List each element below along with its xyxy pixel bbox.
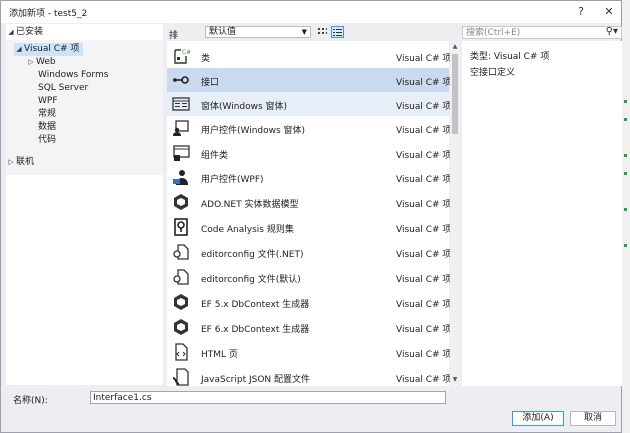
- interface-icon: [173, 76, 189, 84]
- type-info: 类型: Visual C# 项: [470, 52, 550, 62]
- form-icon: [172, 97, 190, 111]
- dbcontext-icon: [174, 294, 188, 310]
- list-item-class[interactable]: C# 类 Visual C# 项: [167, 44, 451, 68]
- tree-item-sql-server[interactable]: SQL Server: [38, 82, 88, 95]
- tree-item-general[interactable]: 常规: [38, 108, 56, 121]
- add-button[interactable]: 添加(A): [512, 411, 564, 426]
- tree-item-visual-csharp[interactable]: ◢ Visual C# 项: [14, 43, 84, 56]
- tree-installed[interactable]: ◢ 已安装: [6, 26, 43, 39]
- list-item-json-config[interactable]: JavaScript JSON 配置文件 Visual C# 项: [167, 365, 451, 389]
- template-list-scrollbar[interactable]: ▲ ▼: [450, 41, 460, 386]
- list-item-editorconfig-default[interactable]: editorconfig 文件(默认) Visual C# 项: [167, 265, 451, 289]
- search-icon[interactable]: ⚲▾: [606, 26, 618, 38]
- list-item-ef6-dbcontext[interactable]: EF 6.x DbContext 生成器 Visual C# 项: [167, 315, 451, 339]
- list-view-icon: [333, 29, 342, 36]
- template-description: 空接口定义: [470, 68, 516, 78]
- class-icon: C#: [174, 49, 190, 64]
- cancel-button[interactable]: 取消: [570, 411, 616, 426]
- scroll-down-icon[interactable]: ▼: [451, 376, 459, 383]
- grid-view-button[interactable]: [316, 26, 329, 38]
- title-bar: 添加新项 - test5_2 ? ✕: [1, 1, 621, 23]
- ruleset-icon: [174, 218, 188, 236]
- list-item-html-page[interactable]: HTML 页 Visual C# 项: [167, 340, 451, 364]
- sort-dropdown[interactable]: 默认值 ▼: [205, 26, 311, 38]
- background-window-edge: [622, 0, 630, 433]
- json-config-icon: [172, 368, 189, 386]
- chevron-down-icon: ▼: [301, 28, 307, 36]
- detail-pane: 类型: Visual C# 项 空接口定义: [462, 41, 622, 386]
- template-list: C# 类 Visual C# 项 接口 Visual C# 项 窗体(Windo…: [167, 41, 451, 389]
- tree-online[interactable]: ▷ 联机: [6, 156, 34, 169]
- editorconfig-icon: [173, 269, 189, 285]
- expanded-arrow-icon[interactable]: ◢: [14, 43, 24, 56]
- list-item-editorconfig-dotnet[interactable]: editorconfig 文件(.NET) Visual C# 项: [167, 240, 451, 264]
- help-button[interactable]: ?: [571, 4, 591, 20]
- template-tree: ◢ 已安装 ◢ Visual C# 项 ▷ Web Windows Forms SQL…: [6, 24, 163, 385]
- tree-item-code[interactable]: 代码: [38, 134, 56, 147]
- list-item-ado-net-entity-model[interactable]: ADO.NET 实体数据模型 Visual C# 项: [167, 190, 451, 214]
- name-input[interactable]: Interface1.cs: [90, 391, 446, 404]
- name-label: 名称(N):: [13, 396, 48, 406]
- scrollbar-thumb[interactable]: [452, 54, 458, 134]
- grid-view-icon: [318, 28, 327, 34]
- tree-item-wpf[interactable]: WPF: [38, 95, 58, 108]
- search-input[interactable]: 搜索(Ctrl+E) ⚲▾: [462, 26, 622, 39]
- close-button[interactable]: ✕: [599, 4, 619, 20]
- collapsed-arrow-icon[interactable]: ▷: [26, 56, 36, 69]
- collapsed-arrow-icon[interactable]: ▷: [6, 156, 16, 169]
- list-item-windows-form[interactable]: 窗体(Windows 窗体) Visual C# 项: [167, 92, 451, 116]
- entity-model-icon: [174, 194, 188, 210]
- list-item-ef5-dbcontext[interactable]: EF 5.x DbContext 生成器 Visual C# 项: [167, 290, 451, 314]
- list-view-button[interactable]: [331, 26, 344, 38]
- scroll-up-icon[interactable]: ▲: [451, 43, 459, 50]
- list-item-user-control-winforms[interactable]: 用户控件(Windows 窗体) Visual C# 项: [167, 116, 451, 140]
- svg-text:C#: C#: [182, 49, 190, 56]
- expanded-arrow-icon[interactable]: ◢: [6, 26, 16, 39]
- tree-item-web[interactable]: ▷ Web: [26, 56, 55, 69]
- list-item-code-analysis-ruleset[interactable]: Code Analysis 规则集 Visual C# 项: [167, 215, 451, 239]
- html-page-icon: [175, 343, 188, 361]
- component-icon: [173, 145, 190, 161]
- add-new-item-dialog: 添加新项 - test5_2 ? ✕ ◢ 已安装 ◢ Visual C# 项 ▷ We…: [0, 0, 622, 433]
- tree-item-windows-forms[interactable]: Windows Forms: [38, 69, 108, 82]
- list-item-user-control-wpf[interactable]: 用户控件(WPF) Visual C# 项: [167, 165, 451, 189]
- wpf-user-control-icon: [173, 170, 188, 185]
- tree-item-data[interactable]: 数据: [38, 121, 56, 134]
- user-control-icon: [173, 120, 189, 136]
- list-item-component-class[interactable]: 组件类 Visual C# 项: [167, 141, 451, 165]
- editorconfig-icon: [173, 244, 189, 260]
- list-item-interface[interactable]: 接口 Visual C# 项: [167, 68, 451, 92]
- dbcontext-icon: [174, 319, 188, 335]
- window-title: 添加新项 - test5_2: [9, 9, 88, 19]
